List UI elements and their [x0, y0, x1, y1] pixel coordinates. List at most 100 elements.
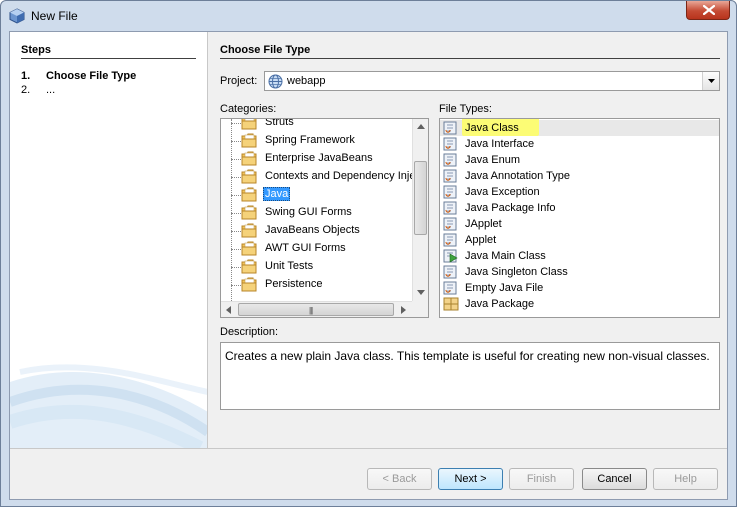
- scroll-right-button[interactable]: [396, 302, 412, 317]
- java-package-icon: [443, 297, 459, 314]
- divider: [10, 448, 727, 449]
- tree-line: [231, 267, 241, 268]
- divider: [21, 58, 196, 59]
- tree-line: [231, 195, 241, 196]
- categories-label: Categories:: [220, 103, 277, 115]
- back-button[interactable]: < Back: [367, 468, 432, 490]
- file-type-label: Java Singleton Class: [465, 266, 568, 278]
- arrow-up-icon: [417, 124, 425, 129]
- dropdown-button[interactable]: [702, 72, 719, 90]
- finish-button[interactable]: Finish: [509, 468, 574, 490]
- file-type-item[interactable]: JApplet: [440, 216, 719, 232]
- scrollbar-thumb[interactable]: |||: [238, 303, 394, 316]
- file-type-item[interactable]: Java Exception: [440, 184, 719, 200]
- file-type-label: Java Main Class: [465, 250, 546, 262]
- horizontal-scrollbar[interactable]: |||: [221, 301, 428, 317]
- file-type-item[interactable]: Java Enum: [440, 152, 719, 168]
- folder-icon: [241, 187, 257, 205]
- arrow-left-icon: [226, 306, 231, 314]
- step-label: ...: [46, 84, 56, 96]
- category-label: Swing GUI Forms: [265, 206, 352, 218]
- folder-icon: [241, 133, 257, 151]
- category-item[interactable]: AWT GUI Forms: [221, 240, 413, 258]
- scroll-up-button[interactable]: [413, 119, 428, 135]
- file-type-label: Java Package Info: [465, 202, 556, 214]
- category-item[interactable]: Spring Framework: [221, 132, 413, 150]
- file-type-label: Java Interface: [465, 138, 535, 150]
- description-text: Creates a new plain Java class. This tem…: [220, 342, 720, 410]
- tree-line: [231, 123, 241, 124]
- arrow-down-icon: [417, 290, 425, 295]
- category-item[interactable]: Contexts and Dependency Inje: [221, 168, 415, 187]
- category-label: Persistence: [265, 278, 323, 290]
- window-title: New File: [31, 9, 78, 23]
- file-type-label: Java Exception: [465, 186, 540, 198]
- step-item-2: 2....: [21, 84, 55, 96]
- category-item[interactable]: Java: [221, 186, 413, 204]
- folder-icon: [241, 241, 257, 259]
- dialog-content: Steps 1. Choose File Type 2.... Choose Fi…: [9, 31, 728, 500]
- file-type-item[interactable]: Applet: [440, 232, 719, 248]
- cancel-button[interactable]: Cancel: [582, 468, 647, 490]
- category-item[interactable]: Unit Tests: [221, 258, 413, 276]
- chevron-down-icon: [708, 79, 715, 83]
- file-type-label: Java Annotation Type: [465, 170, 570, 182]
- next-button[interactable]: Next >: [438, 468, 503, 490]
- file-type-item[interactable]: Java Singleton Class: [440, 264, 719, 280]
- category-label: Spring Framework: [265, 134, 355, 146]
- page-title: Choose File Type: [220, 44, 311, 56]
- file-type-label: Java Enum: [465, 154, 521, 166]
- file-type-item[interactable]: Java Main Class: [440, 248, 719, 264]
- grip-icon: |||: [309, 306, 313, 315]
- folder-icon: [241, 169, 257, 187]
- help-button[interactable]: Help: [653, 468, 718, 490]
- scroll-left-button[interactable]: [221, 302, 237, 317]
- scrollbar-thumb[interactable]: [414, 161, 427, 235]
- divider: [220, 58, 720, 59]
- category-label: Contexts and Dependency Inje: [265, 170, 416, 182]
- category-item[interactable]: Enterprise JavaBeans: [221, 150, 413, 168]
- category-item[interactable]: Swing GUI Forms: [221, 204, 413, 222]
- file-type-item[interactable]: Java Package Info: [440, 200, 719, 216]
- folder-icon: [241, 205, 257, 223]
- category-item[interactable]: Struts: [221, 118, 413, 132]
- file-type-item[interactable]: Java Class: [440, 119, 719, 136]
- category-label: Unit Tests: [265, 260, 314, 272]
- project-select[interactable]: webapp: [264, 71, 720, 91]
- vertical-scrollbar[interactable]: [412, 119, 428, 301]
- decorative-swoosh: [10, 364, 207, 448]
- file-type-item[interactable]: Java Package: [440, 296, 719, 312]
- category-label: Java: [263, 187, 291, 201]
- title-bar: New File: [1, 1, 736, 31]
- step-label: Choose File Type: [46, 70, 137, 82]
- close-button[interactable]: [686, 1, 730, 20]
- tree-line: [231, 249, 241, 250]
- tree-line: [231, 213, 241, 214]
- tree-line: [231, 141, 241, 142]
- category-item[interactable]: Persistence: [221, 276, 413, 294]
- new-file-dialog: New File Steps 1. Choose File Type 2....: [0, 0, 737, 507]
- netbeans-cube-icon: [9, 8, 25, 24]
- file-types-list[interactable]: Java Class Java Interface Java Enum Java An…: [439, 118, 720, 318]
- category-label: Struts: [265, 118, 294, 128]
- tree-line: [231, 159, 241, 160]
- file-type-item[interactable]: Empty Java File: [440, 280, 719, 296]
- web-project-icon: [268, 74, 283, 92]
- scroll-corner: [412, 301, 428, 317]
- tree-line: [231, 177, 241, 178]
- category-label: AWT GUI Forms: [265, 242, 346, 254]
- file-type-label: Java Package: [465, 298, 535, 310]
- category-label: JavaBeans Objects: [265, 224, 360, 236]
- category-item[interactable]: JavaBeans Objects: [221, 222, 413, 240]
- file-type-item[interactable]: Java Interface: [440, 136, 719, 152]
- step-number: 1.: [21, 70, 31, 82]
- scroll-down-button[interactable]: [413, 285, 428, 301]
- categories-tree[interactable]: Struts Spring Framework Enterprise JavaBea…: [220, 118, 429, 318]
- folder-icon: [241, 223, 257, 241]
- file-type-item[interactable]: Java Annotation Type: [440, 168, 719, 184]
- step-item-1: 1. Choose File Type: [21, 70, 136, 82]
- project-label: Project:: [220, 75, 258, 87]
- file-type-label: Java Class: [465, 122, 519, 134]
- category-label: Enterprise JavaBeans: [265, 152, 373, 164]
- tree-line: [231, 231, 241, 232]
